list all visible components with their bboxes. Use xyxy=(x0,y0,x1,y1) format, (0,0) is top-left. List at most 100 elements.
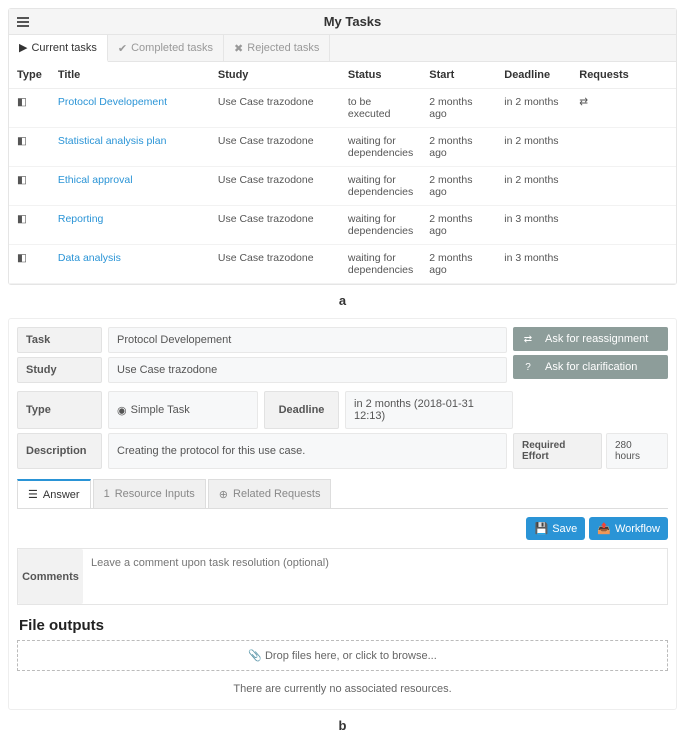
title-cell[interactable]: Data analysis xyxy=(50,245,210,284)
status-cell: waiting for dependencies xyxy=(340,167,421,206)
requests-cell xyxy=(571,245,676,284)
tab-completed-tasks[interactable]: ✔ Completed tasks xyxy=(108,35,224,61)
col-start: Start xyxy=(421,62,496,89)
table-row: ◧ ReportingUse Case trazodonewaiting for … xyxy=(9,206,676,245)
save-button[interactable]: 💾 Save xyxy=(526,517,585,540)
start-cell: 2 months ago xyxy=(421,128,496,167)
tab-related-requests[interactable]: ⊕ Related Requests xyxy=(208,479,332,508)
deadline-cell: in 2 months xyxy=(496,167,571,206)
count-badge: 1 xyxy=(104,488,110,500)
task-label: Task xyxy=(17,327,102,353)
no-resources-text: There are currently no associated resour… xyxy=(17,683,668,695)
effort-label: Required Effort xyxy=(513,433,602,469)
check-icon: ✔ xyxy=(118,42,127,55)
reassign-icon: ⇄ xyxy=(521,334,535,345)
col-requests: Requests xyxy=(571,62,676,89)
start-cell: 2 months ago xyxy=(421,167,496,206)
comments-input[interactable] xyxy=(83,549,667,604)
table-row: ◧ Data analysisUse Case trazodonewaiting … xyxy=(9,245,676,284)
deadline-cell: in 2 months xyxy=(496,89,571,128)
task-type-icon: ◧ xyxy=(17,213,27,225)
ask-reassignment-button[interactable]: ⇄ Ask for reassignment xyxy=(513,327,668,351)
requests-cell xyxy=(571,206,676,245)
x-icon: ✖ xyxy=(234,42,243,55)
tab-answer[interactable]: ☰ Answer xyxy=(17,479,91,508)
title-cell[interactable]: Protocol Developement xyxy=(50,89,210,128)
col-type: Type xyxy=(9,62,50,89)
task-type-icon: ◧ xyxy=(17,174,27,186)
table-row: ◧ Protocol DevelopementUse Case trazodone… xyxy=(9,89,676,128)
start-cell: 2 months ago xyxy=(421,206,496,245)
description-value: Creating the protocol for this use case. xyxy=(108,433,507,469)
link-icon: ⊕ xyxy=(219,488,228,501)
type-cell: ◧ xyxy=(9,128,50,167)
col-study: Study xyxy=(210,62,340,89)
deadline-cell: in 3 months xyxy=(496,206,571,245)
figure-label-a: a xyxy=(0,293,685,308)
tab-resource-inputs[interactable]: 1 Resource Inputs xyxy=(93,479,206,508)
col-title: Title xyxy=(50,62,210,89)
type-label: Type xyxy=(17,391,102,429)
question-icon: ? xyxy=(521,362,535,373)
title-cell[interactable]: Reporting xyxy=(50,206,210,245)
list-icon: ☰ xyxy=(28,488,38,501)
study-cell: Use Case trazodone xyxy=(210,167,340,206)
figure-label-b: b xyxy=(0,718,685,733)
task-type-icon: ◧ xyxy=(17,252,27,264)
tab-rejected-tasks[interactable]: ✖ Rejected tasks xyxy=(224,35,330,61)
task-type-icon: ◧ xyxy=(17,135,27,147)
comments-row: Comments xyxy=(17,548,668,605)
type-cell: ◧ xyxy=(9,167,50,206)
file-outputs-heading: File outputs xyxy=(19,617,666,634)
status-cell: waiting for dependencies xyxy=(340,128,421,167)
type-cell: ◧ xyxy=(9,89,50,128)
my-tasks-panel: My Tasks ▶ Current tasks ✔ Completed tas… xyxy=(8,8,677,285)
deadline-label: Deadline xyxy=(264,391,339,429)
panel-title: My Tasks xyxy=(37,14,668,29)
status-cell: waiting for dependencies xyxy=(340,245,421,284)
panel-header: My Tasks xyxy=(9,9,676,35)
task-value: Protocol Developement xyxy=(108,327,507,353)
effort-value: 280 hours xyxy=(606,433,668,469)
file-dropzone[interactable]: 📎 Drop files here, or click to browse... xyxy=(17,640,668,671)
study-cell: Use Case trazodone xyxy=(210,89,340,128)
sitemap-icon: 📤 xyxy=(597,522,611,535)
table-row: ◧ Statistical analysis planUse Case trazo… xyxy=(9,128,676,167)
table-row: ◧ Ethical approvalUse Case trazodonewaiti… xyxy=(9,167,676,206)
deadline-cell: in 3 months xyxy=(496,245,571,284)
deadline-cell: in 2 months xyxy=(496,128,571,167)
workflow-button[interactable]: 📤 Workflow xyxy=(589,517,668,540)
description-label: Description xyxy=(17,433,102,469)
deadline-value: in 2 months (2018-01-31 12:13) xyxy=(345,391,513,429)
ask-clarification-button[interactable]: ? Ask for clarification xyxy=(513,355,668,379)
status-cell: waiting for dependencies xyxy=(340,206,421,245)
study-cell: Use Case trazodone xyxy=(210,206,340,245)
type-cell: ◧ xyxy=(9,245,50,284)
title-cell[interactable]: Statistical analysis plan xyxy=(50,128,210,167)
detail-tabs: ☰ Answer 1 Resource Inputs ⊕ Related Req… xyxy=(17,479,668,509)
start-cell: 2 months ago xyxy=(421,89,496,128)
type-cell: ◧ xyxy=(9,206,50,245)
study-cell: Use Case trazodone xyxy=(210,128,340,167)
type-value: ◉ Simple Task xyxy=(108,391,258,429)
requests-cell xyxy=(571,167,676,206)
study-cell: Use Case trazodone xyxy=(210,245,340,284)
start-cell: 2 months ago xyxy=(421,245,496,284)
comments-label: Comments xyxy=(18,549,83,604)
status-cell: to be executed xyxy=(340,89,421,128)
task-type-icon: ◧ xyxy=(17,96,27,108)
button-bar: 💾 Save 📤 Workflow xyxy=(17,517,668,540)
requests-cell: ⇄ xyxy=(571,89,676,128)
play-icon: ▶ xyxy=(19,41,27,54)
save-icon: 💾 xyxy=(534,522,548,535)
col-status: Status xyxy=(340,62,421,89)
tab-current-tasks[interactable]: ▶ Current tasks xyxy=(9,35,108,62)
requests-cell xyxy=(571,128,676,167)
globe-icon: ◉ xyxy=(117,404,127,417)
list-icon xyxy=(17,16,29,28)
title-cell[interactable]: Ethical approval xyxy=(50,167,210,206)
tasks-table: Type Title Study Status Start Deadline R… xyxy=(9,62,676,284)
study-label: Study xyxy=(17,357,102,383)
col-deadline: Deadline xyxy=(496,62,571,89)
tasks-tabs: ▶ Current tasks ✔ Completed tasks ✖ Reje… xyxy=(9,35,676,62)
